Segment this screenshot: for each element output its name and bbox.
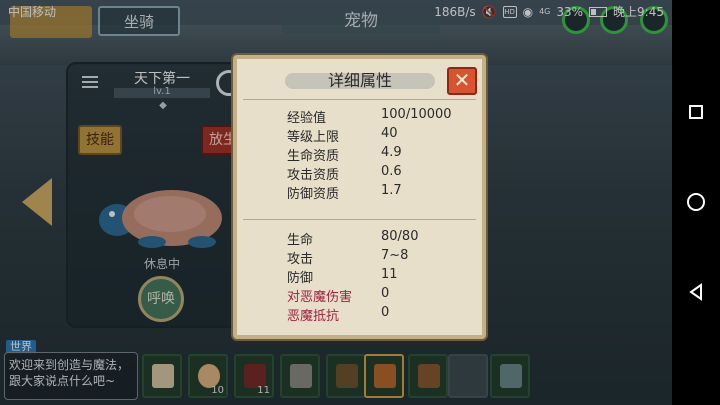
- divider: [243, 219, 476, 220]
- attr-row-demon-resist: 恶魔抵抗 0: [287, 305, 390, 324]
- attr-row-demon-damage: 对恶魔伤害 0: [287, 286, 390, 305]
- attr-row-hp-aptitude: 生命资质 4.9: [287, 145, 402, 164]
- attr-row-def-aptitude: 防御资质 1.7: [287, 183, 402, 202]
- recent-apps-button[interactable]: [672, 92, 720, 132]
- dialog-title: 详细属性: [327, 71, 392, 90]
- back-button[interactable]: [672, 272, 720, 312]
- attr-row-atk-aptitude: 攻击资质 0.6: [287, 164, 402, 183]
- back-triangle-icon: [689, 283, 702, 301]
- attr-row-level-cap: 等级上限 40: [287, 126, 398, 145]
- divider: [243, 99, 476, 100]
- android-nav-bar: [672, 0, 720, 405]
- square-icon: [689, 105, 703, 119]
- home-button[interactable]: [672, 182, 720, 222]
- attr-row-hp: 生命 80/80: [287, 229, 419, 248]
- attr-row-exp: 经验值 100/10000: [287, 107, 452, 126]
- circle-icon: [687, 193, 705, 211]
- dialog-close-button[interactable]: ✕: [447, 67, 477, 95]
- attr-row-defense: 防御 11: [287, 267, 398, 286]
- attribute-dialog: 详细属性 ✕ 经验值 100/10000 等级上限 40 生命资质 4.9 攻击资质 0…: [233, 55, 486, 339]
- attr-row-attack: 攻击 7~8: [287, 248, 409, 267]
